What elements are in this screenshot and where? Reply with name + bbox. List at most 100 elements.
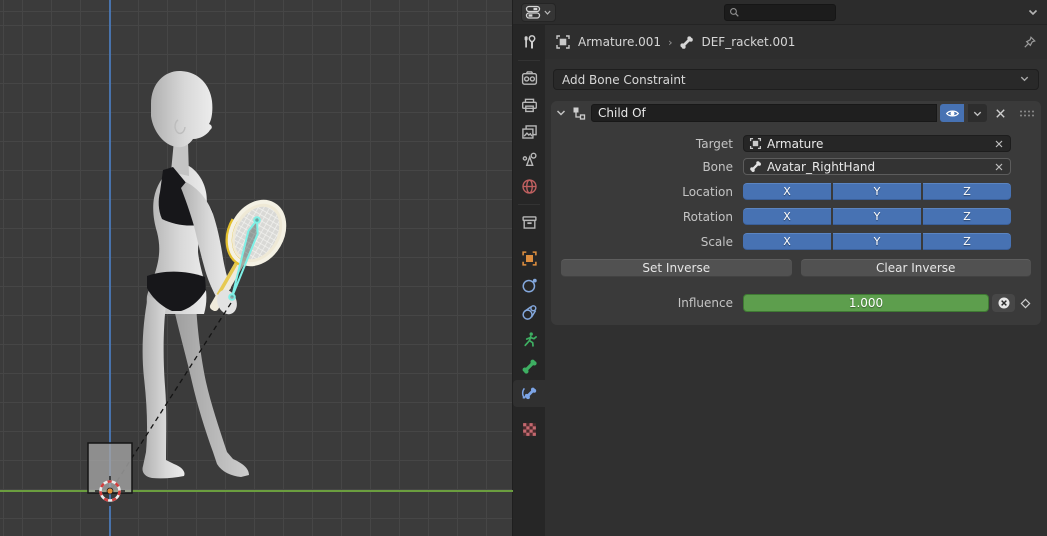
pin-icon (1022, 35, 1037, 50)
tab-divider (518, 204, 540, 205)
tab-scene[interactable] (513, 146, 545, 173)
tab-divider (518, 60, 540, 61)
scale-x-toggle[interactable]: X (743, 233, 831, 250)
eye-icon (945, 106, 960, 121)
object-constraints-icon (521, 304, 538, 321)
world-icon (521, 178, 538, 195)
rotation-x-toggle[interactable]: X (743, 208, 831, 225)
tab-tool[interactable] (513, 29, 545, 56)
tab-output[interactable] (513, 92, 545, 119)
scene-icon (521, 151, 538, 168)
rotation-row: Rotation X Y Z (559, 208, 1011, 225)
collapse-chevron-icon[interactable] (555, 107, 567, 119)
tab-bone[interactable] (513, 353, 545, 380)
tab-texture[interactable] (513, 416, 545, 443)
location-row: Location X Y Z (559, 183, 1011, 200)
pin-button[interactable] (1022, 35, 1037, 50)
influence-slider[interactable]: 1.000 (743, 294, 989, 312)
properties-tab-strip (513, 25, 545, 536)
tab-collection[interactable] (513, 209, 545, 236)
constraint-header: Child Of (551, 101, 1041, 125)
set-inverse-button[interactable]: Set Inverse (561, 259, 792, 277)
blender-window: Armature.001 › DEF_racket.001 (0, 0, 1047, 536)
target-row: Target Armature (559, 135, 1011, 152)
physics-icon (521, 277, 538, 294)
child-of-constraint-icon (571, 105, 587, 121)
search-input[interactable] (743, 6, 831, 19)
properties-header (513, 0, 1047, 25)
clear-animation-button[interactable] (992, 294, 1015, 312)
clear-bone-button[interactable] (993, 161, 1005, 173)
child-of-constraint-panel: Child Of (551, 101, 1041, 325)
bone-row: Bone Avatar_RightHand (559, 158, 1011, 175)
bone-icon (679, 35, 694, 50)
clear-inverse-button[interactable]: Clear Inverse (801, 259, 1032, 277)
influence-value: 1.000 (849, 296, 883, 310)
scale-y-toggle[interactable]: Y (833, 233, 921, 250)
breadcrumb: Armature.001 › DEF_racket.001 (545, 25, 1047, 59)
object-data-icon (555, 34, 571, 50)
bone-constraints-icon (521, 385, 538, 402)
view-layer-icon (521, 124, 538, 141)
properties-editor: Armature.001 › DEF_racket.001 (513, 0, 1047, 536)
add-bone-constraint-label: Add Bone Constraint (562, 73, 686, 87)
constraint-name: Child Of (598, 106, 646, 120)
drag-grip-icon[interactable] (1019, 109, 1035, 118)
tab-object-constraints[interactable] (513, 299, 545, 326)
inverse-buttons-row: Set Inverse Clear Inverse (561, 259, 1031, 277)
header-menu-button[interactable] (1027, 6, 1039, 18)
rotation-z-toggle[interactable]: Z (923, 208, 1011, 225)
tab-world[interactable] (513, 173, 545, 200)
output-icon (521, 97, 538, 114)
breadcrumb-object-name[interactable]: Armature.001 (578, 35, 661, 49)
clear-target-button[interactable] (993, 138, 1005, 150)
location-y-toggle[interactable]: Y (833, 183, 921, 200)
tab-physics[interactable] (513, 272, 545, 299)
tab-render[interactable] (513, 65, 545, 92)
bone-value: Avatar_RightHand (767, 160, 875, 174)
influence-row: Influence 1.000 (559, 294, 1035, 312)
tab-object[interactable] (513, 245, 545, 272)
viewport-scene (0, 0, 513, 536)
armature-data-icon (521, 331, 538, 348)
close-icon (993, 161, 1005, 173)
close-icon (994, 107, 1007, 120)
editor-type-button[interactable] (521, 3, 556, 22)
constraint-name-field[interactable]: Child Of (591, 104, 937, 122)
box-object[interactable] (88, 443, 132, 493)
breadcrumb-bone-name[interactable]: DEF_racket.001 (701, 35, 795, 49)
constraint-visibility-toggle[interactable] (940, 104, 964, 122)
bone-icon (521, 358, 538, 375)
collection-icon (521, 214, 538, 231)
rotation-label: Rotation (559, 210, 743, 224)
location-z-toggle[interactable]: Z (923, 183, 1011, 200)
object-data-icon (749, 137, 762, 150)
search-box[interactable] (724, 4, 836, 21)
viewport-3d[interactable] (0, 0, 513, 536)
circled-x-icon (997, 296, 1011, 310)
bone-label: Bone (559, 160, 743, 174)
search-icon (729, 7, 740, 18)
chevron-down-icon (543, 8, 552, 17)
scale-row: Scale X Y Z (559, 233, 1011, 250)
keyframe-decorator[interactable] (1015, 298, 1035, 309)
object-icon (521, 250, 538, 267)
tab-armature-data[interactable] (513, 326, 545, 353)
texture-icon (521, 421, 538, 438)
scale-label: Scale (559, 235, 743, 249)
location-x-toggle[interactable]: X (743, 183, 831, 200)
chevron-down-icon (1027, 6, 1039, 18)
tab-view-layer[interactable] (513, 119, 545, 146)
add-bone-constraint-button[interactable]: Add Bone Constraint (553, 69, 1039, 90)
chevron-down-icon (1019, 73, 1030, 84)
scale-z-toggle[interactable]: Z (923, 233, 1011, 250)
tab-bone-constraints[interactable] (513, 380, 545, 407)
target-field[interactable]: Armature (743, 135, 1011, 152)
constraint-delete-button[interactable] (991, 107, 1009, 120)
constraint-extras-dropdown[interactable] (968, 104, 987, 122)
tool-icon (521, 35, 537, 51)
bone-field[interactable]: Avatar_RightHand (743, 158, 1011, 175)
target-label: Target (559, 137, 743, 151)
rotation-y-toggle[interactable]: Y (833, 208, 921, 225)
bone-icon (749, 160, 762, 173)
